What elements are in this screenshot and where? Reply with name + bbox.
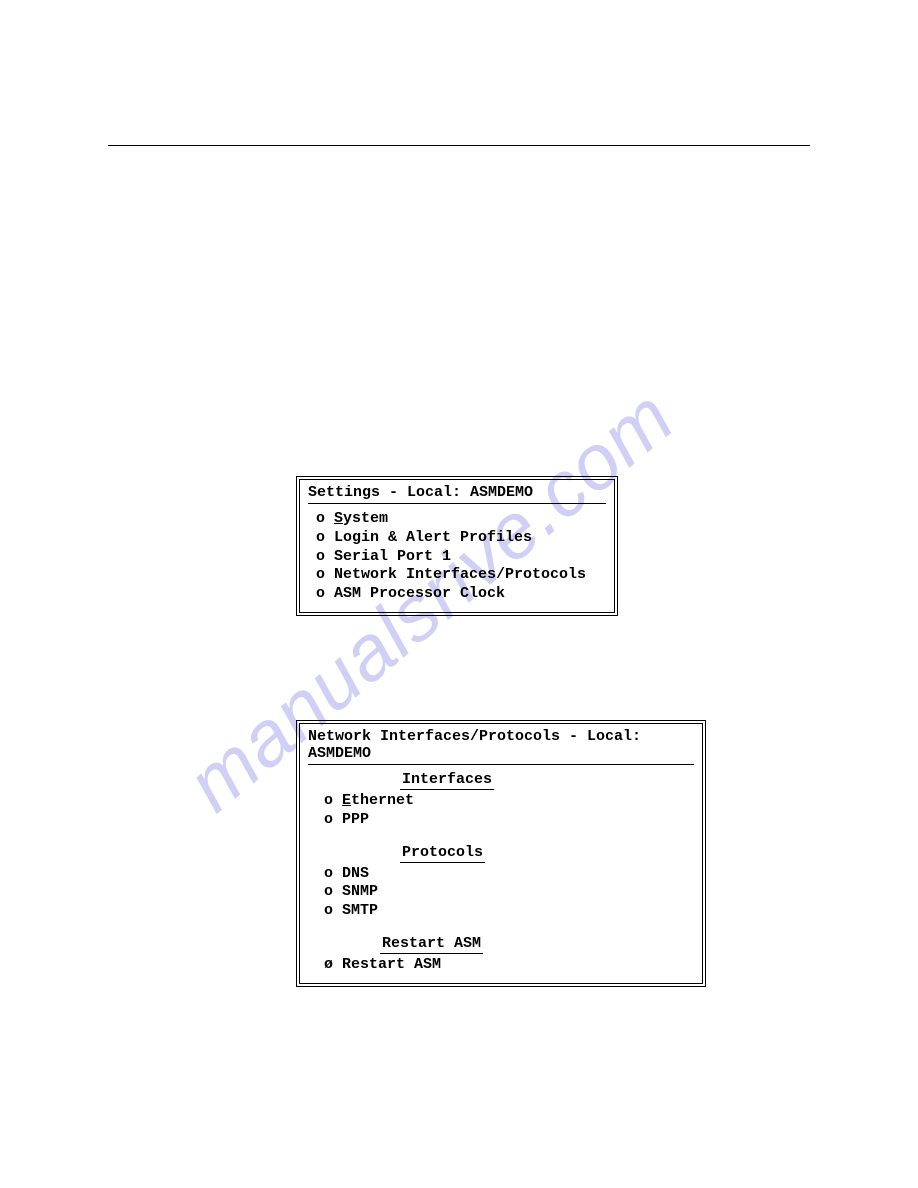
horizontal-rule [108, 145, 810, 146]
network-dialog-title: Network Interfaces/Protocols - Local: AS… [300, 724, 702, 764]
menu-item-snmp[interactable]: oSNMP [324, 883, 694, 902]
menu-item-serial-port[interactable]: oSerial Port 1 [316, 548, 606, 567]
menu-item-dns[interactable]: oDNS [324, 865, 694, 884]
protocols-menu: oDNS oSNMP oSMTP [300, 865, 702, 929]
section-heading-protocols: Protocols [300, 844, 702, 863]
menu-item-label: PPP [342, 811, 369, 828]
interfaces-menu: oEthernet oPPP [300, 792, 702, 838]
menu-item-label: SNMP [342, 883, 378, 900]
menu-item-label: ystem [343, 510, 388, 527]
menu-item-label: Login & Alert Profiles [334, 529, 532, 546]
menu-item-label: SMTP [342, 902, 378, 919]
menu-item-login-alerts[interactable]: oLogin & Alert Profiles [316, 529, 606, 548]
section-label: Interfaces [400, 771, 494, 790]
menu-item-label: ASM Processor Clock [334, 585, 505, 602]
hotkey-char: E [342, 792, 351, 809]
settings-dialog: Settings - Local: ASMDEMO oSystem oLogin… [296, 476, 618, 616]
bullet-icon: ø [324, 956, 342, 975]
section-heading-interfaces: Interfaces [300, 771, 702, 790]
restart-menu: øRestart ASM [300, 956, 702, 983]
section-label: Protocols [400, 844, 485, 863]
menu-item-label: DNS [342, 865, 369, 882]
menu-item-label: Serial Port 1 [334, 548, 451, 565]
section-heading-restart: Restart ASM [300, 935, 702, 954]
bullet-icon: o [316, 585, 334, 604]
menu-item-ethernet[interactable]: oEthernet [324, 792, 694, 811]
settings-dialog-title: Settings - Local: ASMDEMO [300, 480, 614, 503]
menu-item-clock[interactable]: oASM Processor Clock [316, 585, 606, 604]
menu-item-system[interactable]: oSystem [316, 510, 606, 529]
bullet-icon: o [324, 865, 342, 884]
menu-item-label: thernet [351, 792, 414, 809]
menu-item-label: Network Interfaces/Protocols [334, 566, 586, 583]
menu-item-ppp[interactable]: oPPP [324, 811, 694, 830]
menu-item-smtp[interactable]: oSMTP [324, 902, 694, 921]
bullet-icon: o [316, 548, 334, 567]
network-dialog: Network Interfaces/Protocols - Local: AS… [296, 720, 706, 987]
dialog-divider [308, 503, 606, 504]
menu-item-network[interactable]: oNetwork Interfaces/Protocols [316, 566, 606, 585]
bullet-icon: o [324, 883, 342, 902]
dialog-divider [308, 764, 694, 765]
menu-item-restart-asm[interactable]: øRestart ASM [324, 956, 694, 975]
bullet-icon: o [324, 792, 342, 811]
bullet-icon: o [316, 510, 334, 529]
bullet-icon: o [324, 902, 342, 921]
bullet-icon: o [316, 529, 334, 548]
hotkey-char: S [334, 510, 343, 527]
menu-item-label: Restart ASM [342, 956, 441, 973]
section-label: Restart ASM [380, 935, 483, 954]
bullet-icon: o [316, 566, 334, 585]
settings-menu: oSystem oLogin & Alert Profiles oSerial … [300, 510, 614, 612]
bullet-icon: o [324, 811, 342, 830]
